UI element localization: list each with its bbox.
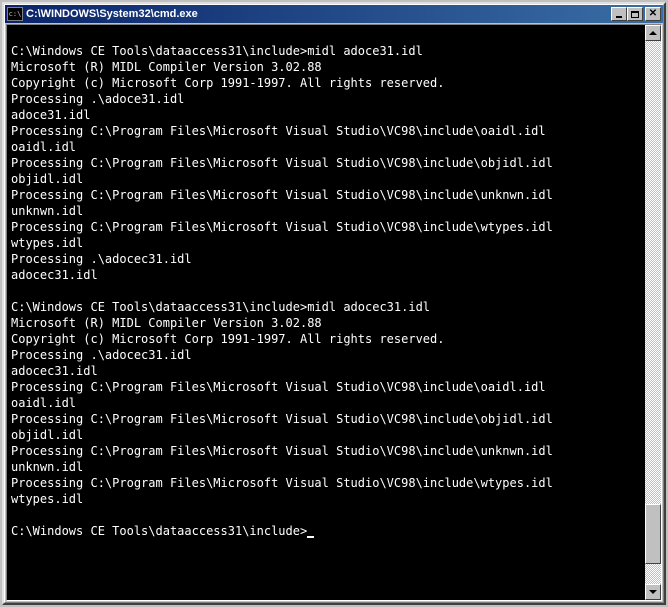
console-line: unknwn.idl: [11, 459, 641, 475]
console-line: Copyright (c) Microsoft Corp 1991-1997. …: [11, 331, 641, 347]
arrow-down-icon: [649, 590, 657, 594]
scroll-thumb[interactable]: [645, 504, 661, 564]
console-prompt[interactable]: C:\Windows CE Tools\dataaccess31\include…: [11, 523, 641, 539]
prompt-text: C:\Windows CE Tools\dataaccess31\include…: [11, 524, 307, 538]
scroll-track[interactable]: [645, 41, 661, 584]
console-line: adoce31.idl: [11, 107, 641, 123]
cmd-icon: c:\: [7, 7, 23, 21]
console-line: Processing C:\Program Files\Microsoft Vi…: [11, 187, 641, 203]
console-line: Microsoft (R) MIDL Compiler Version 3.02…: [11, 315, 641, 331]
console-line: [11, 27, 641, 43]
console-line: Processing C:\Program Files\Microsoft Vi…: [11, 379, 641, 395]
console-line: Processing .\adoce31.idl: [11, 91, 641, 107]
console-line: Processing C:\Program Files\Microsoft Vi…: [11, 123, 641, 139]
console-line: Processing C:\Program Files\Microsoft Vi…: [11, 411, 641, 427]
window-title: C:\WINDOWS\System32\cmd.exe: [26, 8, 611, 20]
console-output[interactable]: C:\Windows CE Tools\dataaccess31\include…: [7, 25, 645, 600]
vertical-scrollbar[interactable]: [645, 25, 661, 600]
console-line: Processing C:\Program Files\Microsoft Vi…: [11, 443, 641, 459]
console-line: oaidl.idl: [11, 139, 641, 155]
maximize-icon: [631, 11, 639, 18]
cmd-window: c:\ C:\WINDOWS\System32\cmd.exe ✕ C:\Win…: [2, 2, 666, 605]
close-icon: ✕: [649, 9, 657, 19]
scroll-down-button[interactable]: [645, 584, 661, 600]
console-line: wtypes.idl: [11, 491, 641, 507]
titlebar[interactable]: c:\ C:\WINDOWS\System32\cmd.exe ✕: [5, 5, 663, 23]
console-line: [11, 283, 641, 299]
minimize-icon: [616, 16, 622, 18]
window-controls: ✕: [611, 7, 661, 21]
console-line: adocec31.idl: [11, 267, 641, 283]
console-line: wtypes.idl: [11, 235, 641, 251]
console-line: Processing .\adocec31.idl: [11, 347, 641, 363]
close-button[interactable]: ✕: [645, 7, 661, 21]
console-line: objidl.idl: [11, 171, 641, 187]
arrow-up-icon: [649, 31, 657, 35]
console-line: Processing C:\Program Files\Microsoft Vi…: [11, 475, 641, 491]
cursor: [307, 536, 314, 538]
console-line: oaidl.idl: [11, 395, 641, 411]
console-line: adocec31.idl: [11, 363, 641, 379]
scroll-up-button[interactable]: [645, 25, 661, 41]
console-line: Processing .\adocec31.idl: [11, 251, 641, 267]
maximize-button[interactable]: [627, 7, 643, 21]
console-line: Copyright (c) Microsoft Corp 1991-1997. …: [11, 75, 641, 91]
console-line: C:\Windows CE Tools\dataaccess31\include…: [11, 43, 641, 59]
minimize-button[interactable]: [611, 7, 627, 21]
console-line: unknwn.idl: [11, 203, 641, 219]
console-line: C:\Windows CE Tools\dataaccess31\include…: [11, 299, 641, 315]
console-line: Microsoft (R) MIDL Compiler Version 3.02…: [11, 59, 641, 75]
console-line: objidl.idl: [11, 427, 641, 443]
console-line: Processing C:\Program Files\Microsoft Vi…: [11, 219, 641, 235]
window-inner: c:\ C:\WINDOWS\System32\cmd.exe ✕ C:\Win…: [4, 4, 664, 603]
console-line: [11, 507, 641, 523]
client-area: C:\Windows CE Tools\dataaccess31\include…: [6, 24, 662, 601]
console-line: Processing C:\Program Files\Microsoft Vi…: [11, 155, 641, 171]
